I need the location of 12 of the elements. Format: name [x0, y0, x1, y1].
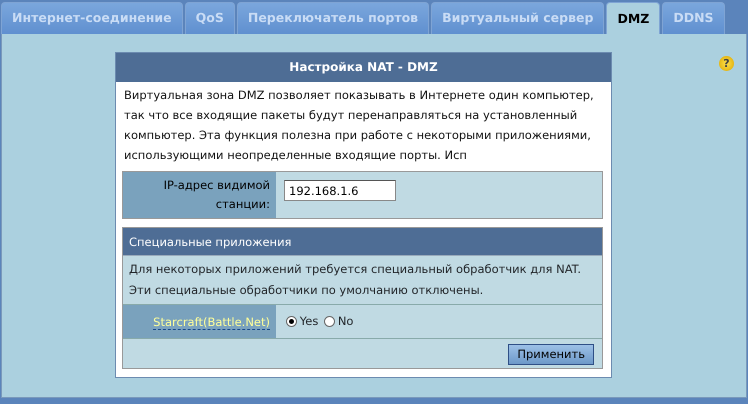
radio-label[interactable]: Yes	[300, 312, 318, 330]
radio-label[interactable]: No	[338, 312, 354, 330]
description-text: Виртуальная зона DMZ позволяет показывать в Интернете один компьютер, так что все входящие пакеты будут перенаправляться на установленный компьютер. Эта функция полезна при работе с некоторыми приложениями, использующими неопределенные входящие порты. Исп	[123, 87, 595, 164]
section-title: Специальные приложения	[123, 228, 602, 256]
apply-button[interactable]: Применить	[508, 344, 594, 366]
panel-title: Настройка NAT - DMZ	[116, 53, 611, 82]
help-icon[interactable]: ?	[719, 56, 734, 71]
radio-button[interactable]	[324, 316, 336, 327]
radio-button[interactable]	[286, 316, 297, 327]
tab[interactable]: DMZ	[606, 2, 660, 35]
field-label: IP-адрес видимой станции:	[123, 172, 276, 218]
ip-address-field[interactable]: 192.168.1.6	[284, 180, 396, 201]
